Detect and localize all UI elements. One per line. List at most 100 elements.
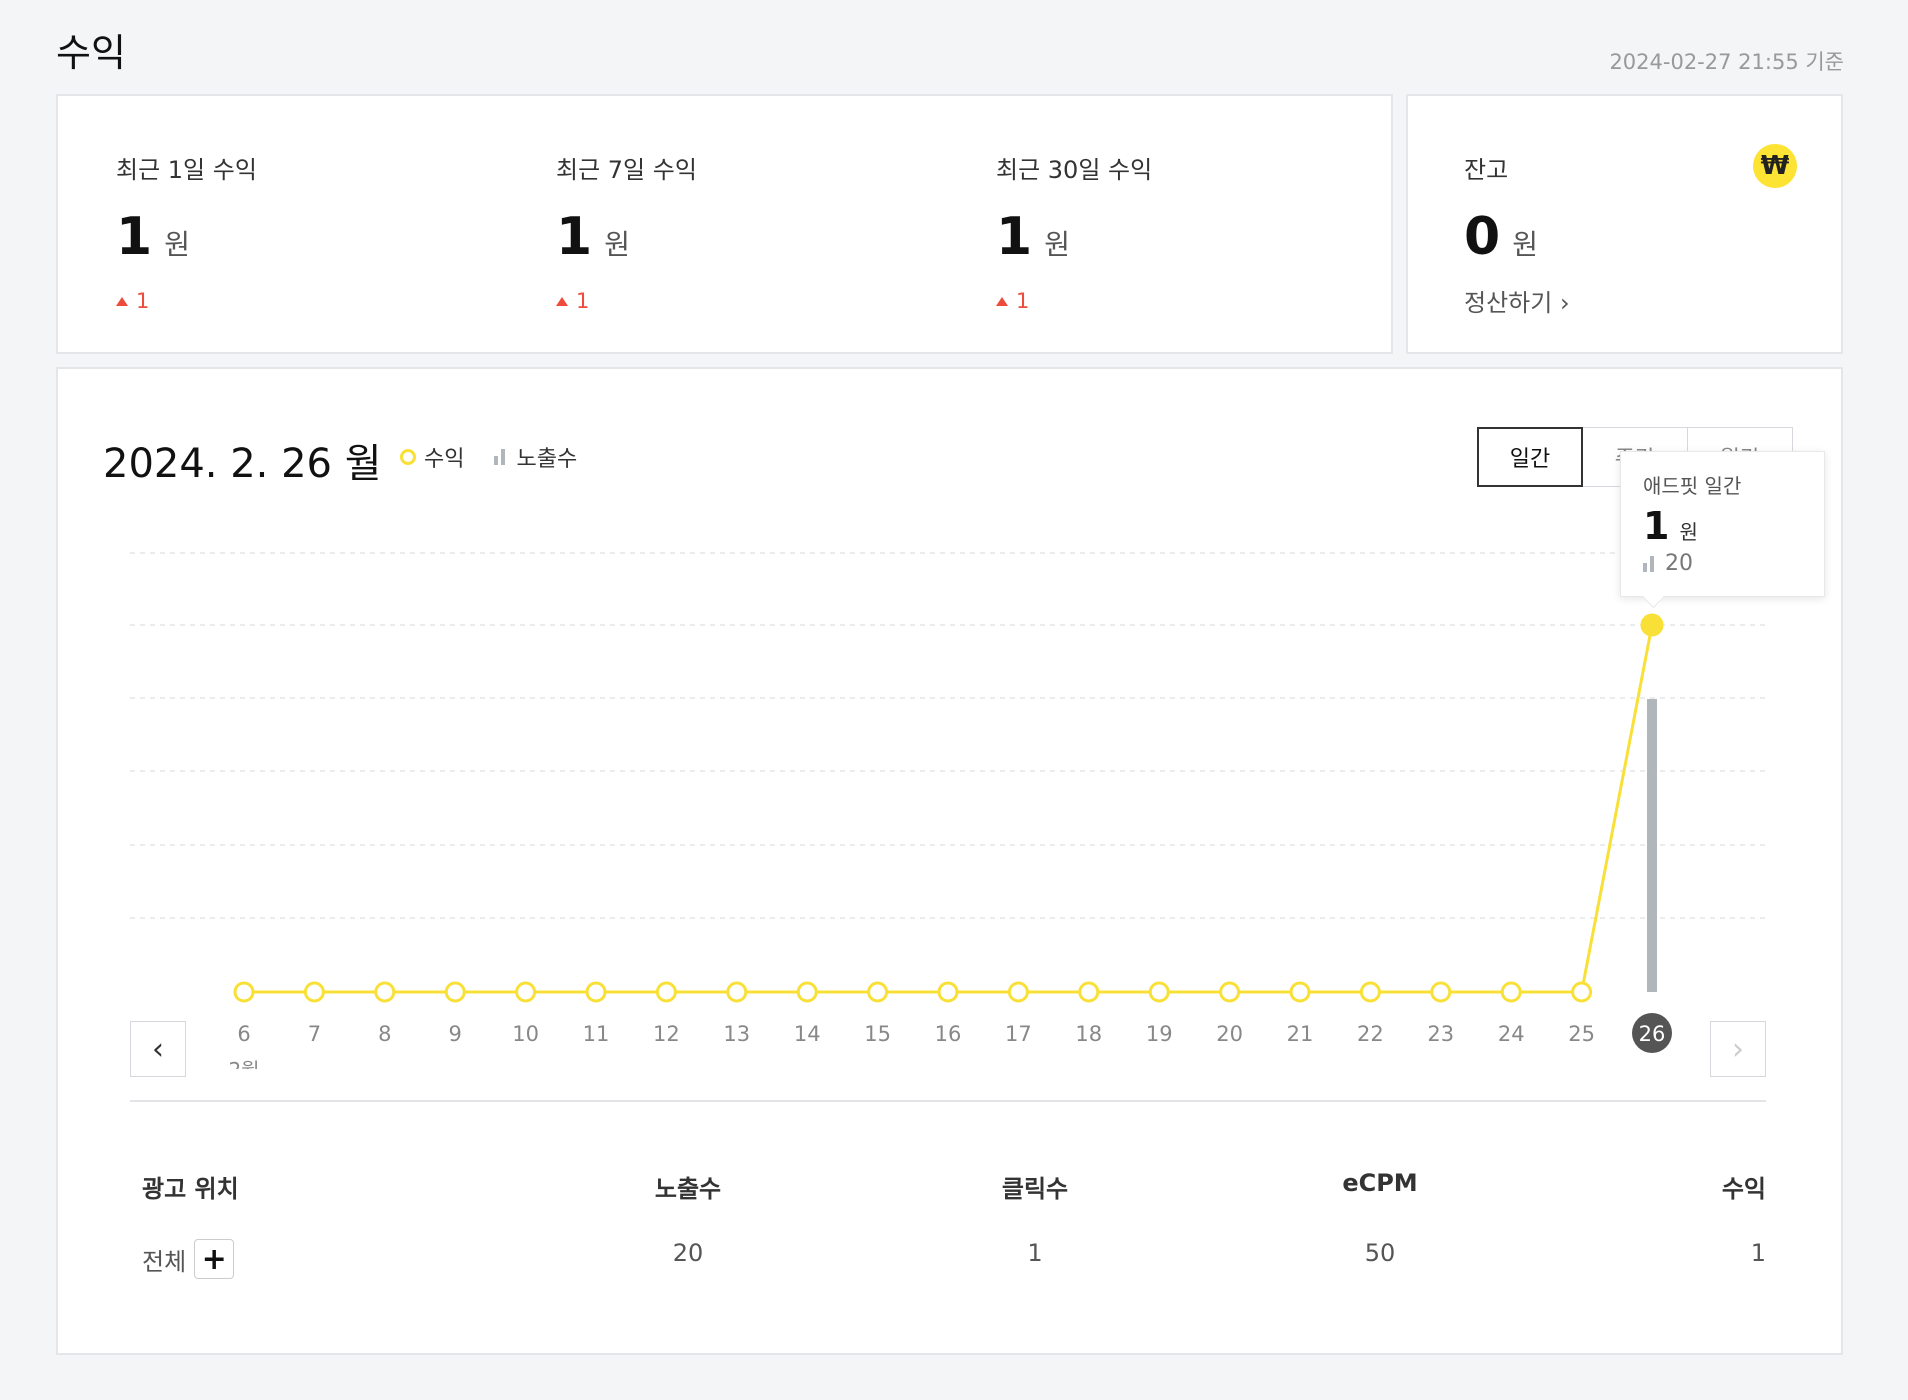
up-triangle-icon [116,296,128,306]
metric-value: 1 [996,207,1033,267]
row-revenue: 1 [1750,1239,1766,1267]
metric-unit: 원 [1044,228,1070,261]
x-tick-label: 22 [1357,1022,1384,1046]
page-title: 수익 [56,31,126,75]
revenue-point [1430,981,1452,1003]
revenue-point [726,981,748,1003]
chart-prev-button[interactable]: ‹ [130,1021,186,1077]
x-tick-label: 16 [935,1022,962,1046]
metric-unit: 원 [604,228,630,261]
x-tick-label: 7 [308,1022,321,1046]
metric-change-value: 1 [136,289,150,313]
expand-button[interactable]: + [194,1239,235,1279]
x-tick-label: 23 [1427,1022,1454,1046]
x-tick-label: 8 [378,1022,391,1046]
tooltip-impressions-value: 20 [1665,551,1693,576]
table-header: 광고 위치 노출수 클릭수 eCPM 수익 [130,1169,1766,1209]
x-tick-label: 20 [1216,1022,1243,1046]
revenue-point [233,981,255,1003]
metric-label: 최근 1일 수익 [116,156,257,184]
x-tick-label: 11 [583,1022,610,1046]
x-tick-label: 24 [1498,1022,1525,1046]
metric-value: 1 [556,207,593,267]
balance-value: 0 [1464,207,1501,267]
metric-change-value: 1 [576,289,590,313]
metric-7day: 최근 7일 수익 1 원 1 [556,150,697,313]
row-clicks: 1 [1027,1239,1043,1267]
chart-divider [130,1100,1766,1102]
won-currency-icon: ₩ [1753,144,1797,188]
revenue-point [444,981,466,1003]
x-tick-label: 9 [449,1022,462,1046]
x-tick-label: 26 [1639,1022,1666,1046]
settle-link[interactable]: 정산하기 › [1464,283,1570,318]
tooltip-value: 1 [1643,504,1670,548]
row-ecpm: 50 [1364,1239,1396,1267]
header-revenue: 수익 [1721,1175,1766,1203]
revenue-point [1219,981,1241,1003]
metric-label: 최근 7일 수익 [556,156,697,184]
header-ecpm: eCPM [1342,1169,1418,1197]
header-location: 광고 위치 [142,1175,239,1203]
header-impressions: 노출수 [654,1175,722,1203]
balance-label: 잔고 [1464,156,1509,184]
chart-card: 2024. 2. 26 월 수익 노출수 일간 주간 월간 6789101112… [56,367,1843,1355]
revenue-point [515,981,537,1003]
balance-card: 잔고 0 원 정산하기 › ₩ [1406,94,1843,354]
metric-label: 최근 30일 수익 [996,156,1153,184]
revenue-point [796,981,818,1003]
metric-1day: 최근 1일 수익 1 원 1 [116,150,257,313]
x-tick-label: 15 [864,1022,891,1046]
revenue-point [1007,981,1029,1003]
revenue-point [1078,981,1100,1003]
revenue-point [1571,981,1593,1003]
x-tick-label: 21 [1287,1022,1314,1046]
revenue-point [1359,981,1381,1003]
x-tick-label: 14 [794,1022,821,1046]
revenue-line [244,624,1654,994]
revenue-point [303,981,325,1003]
tooltip-impressions: 20 [1643,551,1802,576]
x-tick-label: 25 [1568,1022,1595,1046]
metric-change-value: 1 [1016,289,1030,313]
as-of-timestamp: 2024-02-27 21:55 기준 [1609,50,1844,74]
revenue-point [374,981,396,1003]
x-tick-label: 19 [1146,1022,1173,1046]
revenue-point [937,981,959,1003]
revenue-point [1500,981,1522,1003]
tab-daily[interactable]: 일간 [1477,427,1583,487]
metric-change: 1 [116,289,257,313]
chart-next-button[interactable]: › [1710,1021,1766,1077]
x-tick-label: 17 [1005,1022,1032,1046]
x-tick-label: 10 [512,1022,539,1046]
x-tick-label: 13 [723,1022,750,1046]
metric-30day: 최근 30일 수익 1 원 1 [996,150,1152,313]
row-impressions: 20 [672,1239,704,1267]
row-location-label: 전체 [142,1247,187,1276]
revenue-point [1640,613,1664,637]
revenue-summary-card: 최근 1일 수익 1 원 1 최근 7일 수익 1 원 1 최근 30일 수익 … [56,94,1393,354]
balance-unit: 원 [1512,228,1538,261]
row-location: 전체 + [142,1239,235,1279]
tooltip-unit: 원 [1679,520,1698,544]
revenue-point [585,981,607,1003]
x-tick-label: 6 [237,1022,250,1046]
revenue-point [867,981,889,1003]
up-triangle-icon [556,296,568,306]
table-row: 전체 + 20 1 50 1 [130,1239,1766,1279]
impression-bar [1647,699,1657,992]
revenue-point [655,981,677,1003]
revenue-point [1289,981,1311,1003]
x-month-label: 2월 [228,1058,259,1069]
metric-change: 1 [996,289,1152,313]
x-tick-label: 18 [1075,1022,1102,1046]
revenue-point [1148,981,1170,1003]
bar-chart-icon [1643,555,1657,572]
chart-tooltip: 애드핏 일간 1 원 20 [1620,451,1825,597]
header-clicks: 클릭수 [1001,1175,1069,1203]
metric-unit: 원 [164,228,190,261]
x-tick-label: 12 [653,1022,680,1046]
tooltip-title: 애드핏 일간 [1643,474,1742,498]
metric-change: 1 [556,289,697,313]
balance-metric: 잔고 0 원 정산하기 › [1464,150,1570,318]
